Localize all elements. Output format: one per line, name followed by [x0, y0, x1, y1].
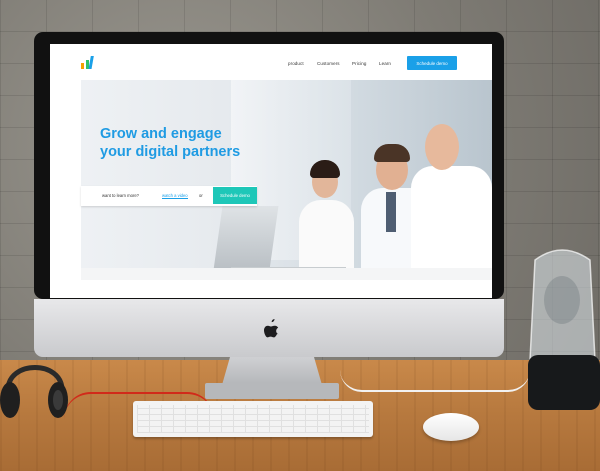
- headphones-icon: [0, 365, 68, 418]
- nav-link-product[interactable]: product: [288, 61, 304, 66]
- keyboard: [133, 401, 373, 437]
- person-woman-left: [299, 200, 354, 270]
- watch-video-link[interactable]: watch a video: [162, 193, 188, 199]
- speaker-icon: [528, 249, 600, 410]
- white-cable: [340, 370, 530, 392]
- below-hero-area: [50, 280, 492, 298]
- hero-bottom-strip: [81, 268, 492, 280]
- laptop: [213, 206, 279, 270]
- hero-title-line-1: Grow and engage: [100, 126, 222, 142]
- mouse: [423, 413, 479, 441]
- learn-more-prompt: want to learn more?: [102, 193, 140, 198]
- nav-link-customers[interactable]: Customers: [317, 61, 340, 66]
- imac-stand-foot: [205, 383, 339, 399]
- hero-schedule-demo-button[interactable]: Schedule demo: [213, 187, 257, 204]
- nav-link-pricing[interactable]: Pricing: [352, 61, 366, 66]
- website-screen: product Customers Pricing Learn Schedule…: [50, 44, 492, 298]
- person-woman-right: [411, 166, 492, 276]
- hero-title-line-2: your digital partners: [100, 144, 241, 160]
- person-tie: [386, 192, 396, 232]
- person-hair: [374, 144, 410, 162]
- hero-title: Grow and engage your digital partners: [100, 125, 280, 161]
- apple-logo-icon: [264, 319, 279, 338]
- nav-link-learn[interactable]: Learn: [379, 61, 391, 66]
- or-text: or: [199, 193, 203, 198]
- imac-stand: [222, 357, 322, 385]
- top-navigation: product Customers Pricing Learn Schedule…: [50, 44, 492, 80]
- hero-section: Grow and engage your digital partners: [81, 80, 492, 280]
- nav-schedule-demo-button[interactable]: Schedule demo: [407, 56, 457, 70]
- person-face: [425, 124, 459, 170]
- bar-chart-logo-icon[interactable]: [81, 55, 97, 69]
